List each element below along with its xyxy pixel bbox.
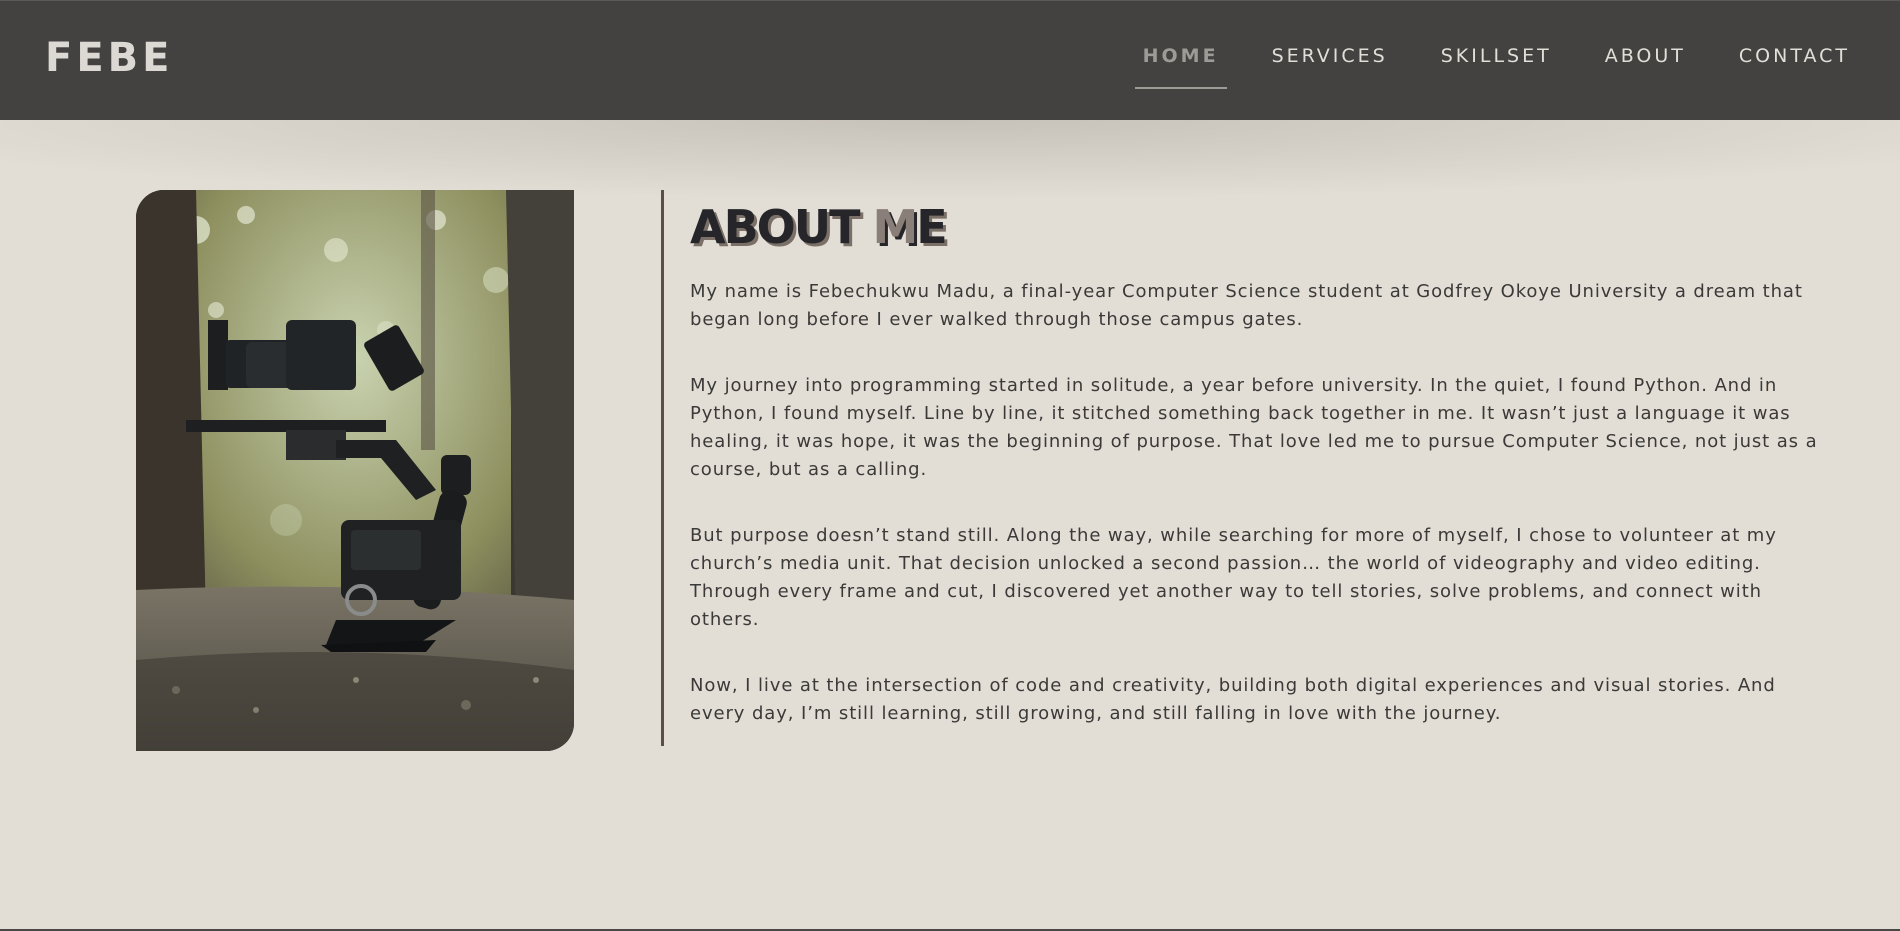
about-heading-text-end: E <box>916 200 947 254</box>
camera-gimbal-photo <box>136 190 574 751</box>
top-navbar: FEBE HOME SERVICES SKILLSET ABOUT CONTAC… <box>0 0 1900 120</box>
header-shadow <box>0 120 1900 200</box>
nav-services[interactable]: SERVICES <box>1272 45 1388 67</box>
site-logo[interactable]: FEBE <box>45 35 173 81</box>
nav-home[interactable]: HOME <box>1134 45 1227 89</box>
about-heading-text: ABOUT <box>690 200 873 254</box>
about-paragraph-2: My journey into programming started in s… <box>690 375 1818 480</box>
about-heading-accent: M <box>872 200 919 254</box>
about-heading: ABOUT ME <box>690 200 948 254</box>
nav-contact[interactable]: CONTACT <box>1739 45 1850 67</box>
vertical-divider <box>661 190 664 746</box>
about-body: My name is Febechukwu Madu, a final-year… <box>690 278 1830 766</box>
main-nav: HOME SERVICES SKILLSET ABOUT CONTACT <box>1134 45 1850 89</box>
about-paragraph-3: But purpose doesn’t stand still. Along t… <box>690 525 1777 630</box>
about-paragraph-1: My name is Febechukwu Madu, a final-year… <box>690 281 1803 330</box>
about-paragraph-4: Now, I live at the intersection of code … <box>690 675 1776 724</box>
nav-skillset[interactable]: SKILLSET <box>1441 45 1552 67</box>
nav-about[interactable]: ABOUT <box>1605 45 1686 67</box>
